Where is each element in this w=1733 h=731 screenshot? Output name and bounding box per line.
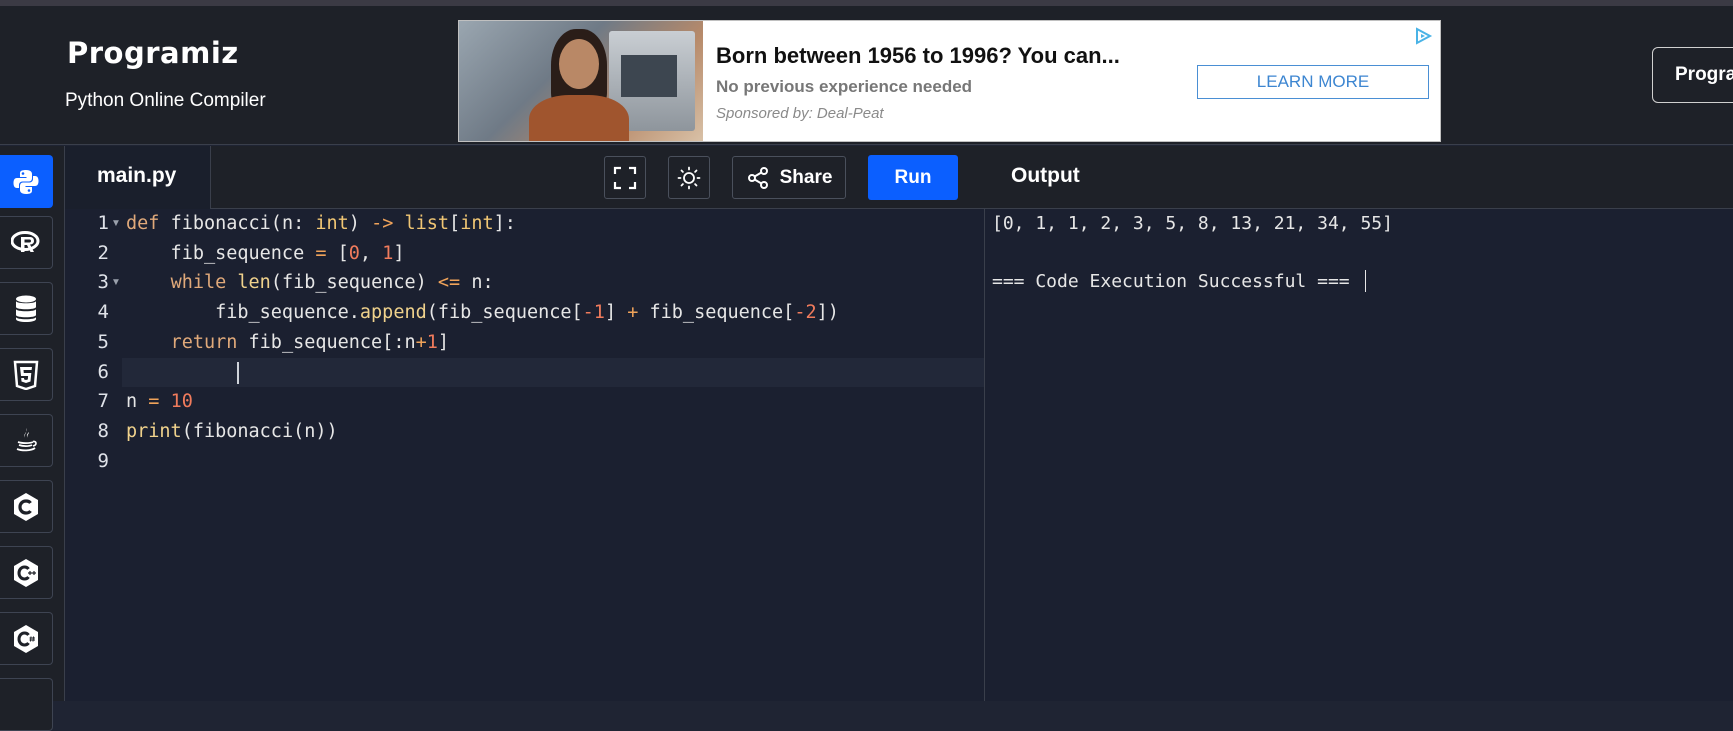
page-subtitle: Python Online Compiler	[65, 90, 266, 111]
share-button[interactable]: Share	[732, 156, 846, 199]
code-line-2[interactable]: fib_sequence = [0, 1]	[126, 239, 405, 269]
c-icon[interactable]	[0, 480, 53, 533]
sun-icon	[677, 166, 701, 189]
cpp-icon[interactable]	[0, 546, 53, 599]
fold-arrow-icon[interactable]: ▼	[111, 209, 121, 239]
share-icon	[747, 166, 768, 189]
output-line: === Code Execution Successful ===	[992, 271, 1350, 292]
site-header: Programiz Python Online Compiler Progra …	[0, 6, 1733, 145]
ad-learn-more-button[interactable]: LEARN MORE	[1197, 65, 1429, 99]
line-number: 4	[97, 301, 109, 324]
database-icon[interactable]	[0, 282, 53, 335]
output-cursor	[1365, 270, 1366, 292]
ad-subtext: No previous experience needed	[716, 77, 973, 96]
language-sidebar	[0, 146, 65, 731]
ad-image[interactable]	[459, 21, 703, 141]
fold-arrow-icon[interactable]: ▼	[111, 268, 121, 298]
csharp-icon[interactable]	[0, 612, 53, 665]
code-line-5[interactable]: return fib_sequence[:n+1]	[126, 328, 449, 358]
line-number: 5	[97, 330, 109, 353]
line-number: 9	[97, 449, 109, 472]
java-icon[interactable]	[0, 414, 53, 467]
ad-choices-icon[interactable]	[1413, 26, 1433, 46]
code-line-1[interactable]: def fibonacci(n: int) -> list[int]:	[126, 209, 516, 239]
output-line: [0, 1, 1, 2, 3, 5, 8, 13, 21, 34, 55]	[992, 213, 1393, 234]
editor-toolbar: main.py Share Run	[65, 146, 985, 209]
fullscreen-icon	[613, 166, 637, 189]
python-icon[interactable]	[0, 155, 53, 208]
ad-headline[interactable]: Born between 1956 to 1996? You can...	[716, 43, 1120, 69]
code-editor[interactable]: 1 2 3 4 5 6 7 8 9 ▼ ▼ def fibonacci(n: i…	[65, 209, 985, 701]
fullscreen-button[interactable]	[604, 156, 646, 199]
programiz-logo[interactable]: Programiz	[67, 36, 239, 70]
more-language-icon[interactable]	[0, 678, 53, 731]
code-line-3[interactable]: while len(fib_sequence) <= n:	[126, 268, 494, 298]
output-header: Output	[985, 146, 1733, 209]
text-cursor	[237, 362, 239, 384]
code-line-4[interactable]: fib_sequence.append(fib_sequence[-1] + f…	[126, 298, 839, 328]
code-line-7[interactable]: n = 10	[126, 387, 193, 417]
run-button[interactable]: Run	[868, 155, 958, 200]
share-label: Share	[779, 166, 833, 188]
advertisement-banner[interactable]: Born between 1956 to 1996? You can... No…	[458, 20, 1441, 142]
r-icon[interactable]	[0, 216, 53, 269]
line-number: 1	[97, 212, 109, 234]
line-number: 2	[97, 241, 109, 264]
ad-sponsor: Sponsored by: Deal-Peat	[716, 105, 884, 122]
tab-main-py[interactable]: main.py	[65, 146, 211, 209]
active-line-highlight	[122, 357, 984, 388]
line-number: 7	[97, 390, 109, 413]
line-number: 3	[97, 271, 109, 294]
line-number: 8	[97, 419, 109, 442]
programiz-pro-button[interactable]: Progra	[1652, 47, 1733, 103]
html5-icon[interactable]	[0, 348, 53, 401]
output-panel[interactable]: [0, 1, 1, 2, 3, 5, 8, 13, 21, 34, 55] ==…	[985, 209, 1733, 701]
code-line-8[interactable]: print(fibonacci(n))	[126, 417, 338, 447]
line-number: 6	[97, 360, 109, 383]
theme-toggle-button[interactable]	[668, 156, 710, 199]
